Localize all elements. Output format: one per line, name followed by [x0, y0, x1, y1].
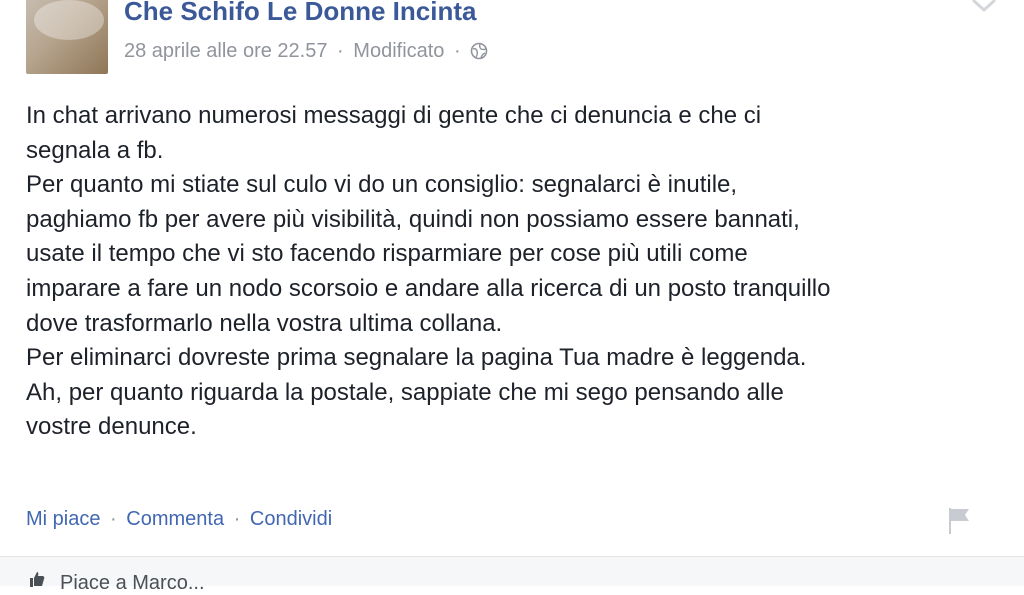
post-body-line: Per eliminarci dovreste prima segnalare … — [26, 344, 807, 372]
comment-link[interactable]: Commenta — [126, 508, 224, 530]
post-body-line: usate il tempo che vi sto facendo rispar… — [26, 240, 748, 268]
facebook-post: Che Schifo Le Donne Incinta 28 aprile al… — [0, 0, 1024, 594]
chevron-down-icon[interactable] — [970, 0, 998, 16]
edited-label[interactable]: Modificato — [353, 40, 444, 62]
post-body-line: Ah, per quanto riguarda la postale, sapp… — [26, 378, 784, 406]
post-body-line: paghiamo fb per avere più visibilità, qu… — [26, 205, 800, 233]
like-link[interactable]: Mi piace — [26, 508, 100, 530]
thumbs-up-icon — [30, 572, 45, 587]
page-avatar[interactable] — [26, 0, 108, 74]
page-name-link[interactable]: Che Schifo Le Donne Incinta — [124, 0, 476, 27]
action-separator: · — [110, 508, 117, 530]
globe-icon[interactable] — [470, 42, 488, 60]
post-actions: Mi piace · Commenta · Condividi — [26, 508, 332, 531]
post-body: In chat arrivano numerosi messaggi di ge… — [26, 99, 1016, 445]
post-timestamp[interactable]: 28 aprile alle ore 22.57 — [124, 40, 327, 62]
action-separator: · — [233, 508, 241, 530]
meta-separator: · — [454, 40, 461, 62]
meta-separator: · — [337, 40, 344, 62]
flag-icon[interactable] — [944, 504, 974, 536]
share-link[interactable]: Condividi — [250, 508, 332, 530]
post-meta: 28 aprile alle ore 22.57 · Modificato · — [124, 40, 488, 63]
post-body-line: In chat arrivano numerosi messaggi di ge… — [26, 102, 762, 129]
post-body-line: vostre denunce. — [26, 413, 197, 441]
post-body-line: imparare a fare un nodo scorsoio e andar… — [26, 274, 831, 302]
post-body-line: segnala a fb. — [26, 136, 164, 164]
post-body-line: dove trasformarlo nella vostra ultima co… — [26, 309, 503, 337]
post-body-line: Per quanto mi stiate sul culo vi do un c… — [26, 171, 738, 199]
footer-likes-label[interactable]: Piace a Marco... — [60, 572, 205, 595]
